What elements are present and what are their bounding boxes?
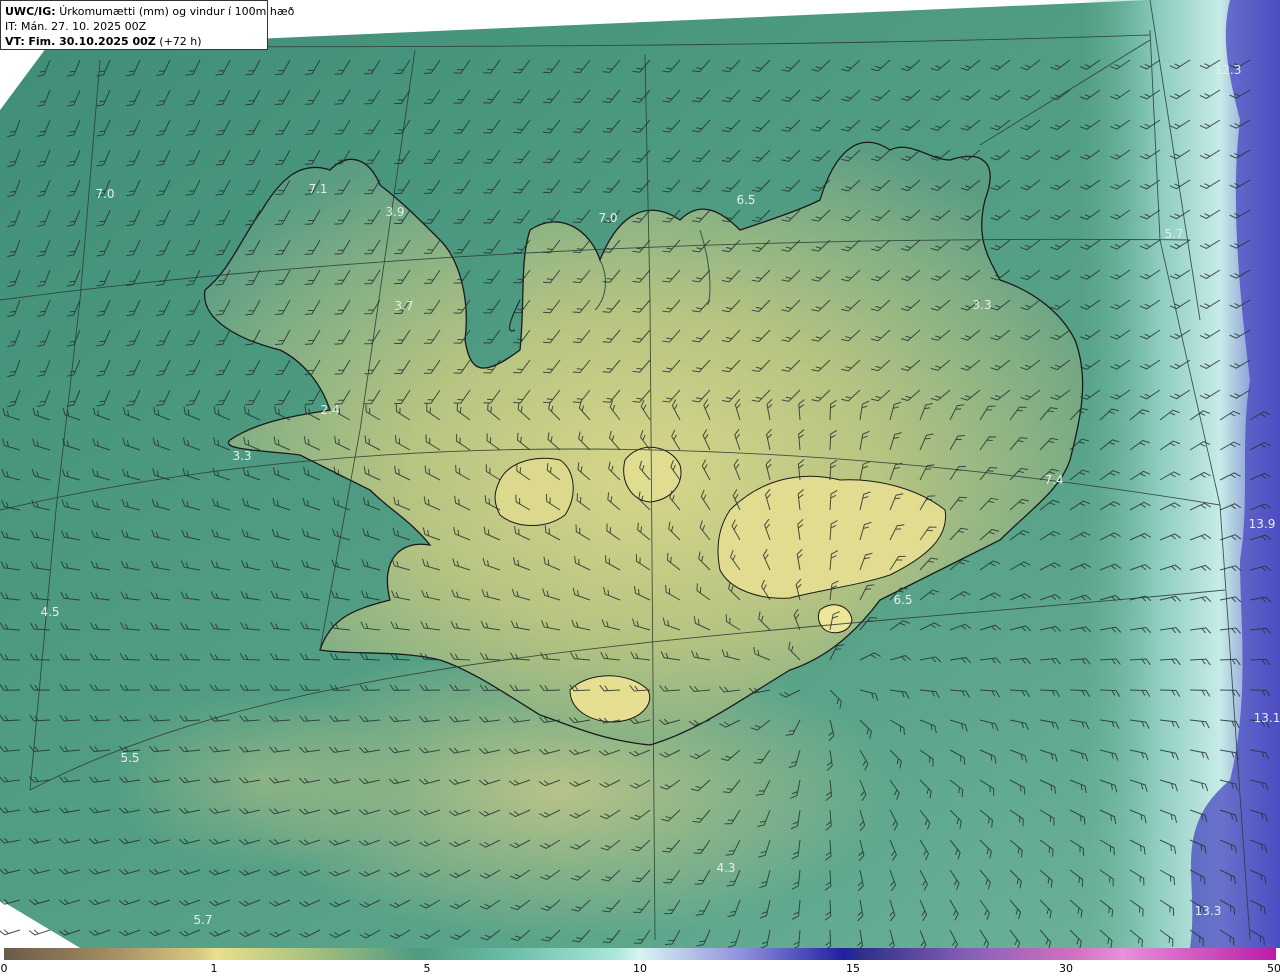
map-value-label: 3.3: [972, 298, 992, 312]
map-value-label: 3.3: [232, 449, 252, 463]
map-header: UWC/IG: Úrkomumætti (mm) og vindur í 100…: [0, 0, 294, 50]
colorbar-strip: [4, 948, 1276, 960]
map-value-label: 7.1: [308, 182, 328, 196]
map-value-label: 7.4: [1044, 473, 1064, 487]
map-value-label: 3.7: [394, 299, 414, 313]
lead-time: (+72 h): [159, 35, 202, 48]
valid-time-line: VT: Fim. 30.10.2025 00Z (+72 h): [5, 34, 263, 49]
colorbar: 0 1 5 10 15 30 50: [0, 948, 1280, 978]
map-value-label: 13.1: [1253, 711, 1280, 725]
header-title-line: UWC/IG: Úrkomumætti (mm) og vindur í 100…: [5, 4, 294, 19]
valid-time: Fim. 30.10.2025 00Z: [28, 35, 156, 48]
valid-prefix: VT:: [5, 35, 25, 48]
map-value-label: 7.0: [598, 211, 618, 225]
colorbar-tick-15: 15: [846, 962, 860, 975]
colorbar-tick-5: 5: [423, 962, 431, 975]
map-value-label: 6.5: [736, 193, 756, 207]
map-value-label: 12.3: [1214, 63, 1242, 77]
map-value-label: 2.4: [320, 403, 340, 417]
map-value-label: 13.3: [1194, 904, 1222, 918]
glacier-oraefajokull: [817, 604, 853, 634]
chart-title: Úrkomumætti (mm) og vindur í 100m hæð: [59, 5, 295, 18]
colorbar-tick-50: 50: [1267, 962, 1280, 975]
model-name: UWC/IG:: [5, 5, 56, 18]
map-value-label: 4.5: [40, 605, 60, 619]
map-value-label: 7.0: [95, 187, 115, 201]
map-value-label: 13.9: [1248, 517, 1276, 531]
map-value-label: 3.9: [385, 205, 405, 219]
colorbar-tick-1: 1: [210, 962, 218, 975]
precipitation-map: [0, 0, 1280, 948]
map-value-label: 5.7: [193, 913, 213, 927]
colorbar-tick-30: 30: [1059, 962, 1073, 975]
map-value-label: 6.5: [893, 593, 913, 607]
issue-time: IT: Mán. 27. 10. 2025 00Z: [5, 20, 147, 33]
colorbar-tick-0: 0: [0, 962, 8, 975]
map-value-label: 4.3: [716, 861, 736, 875]
colorbar-tick-10: 10: [633, 962, 647, 975]
map-area[interactable]: 12.3 7.0 7.1 3.9 7.0 6.5 5.7 3.7 3.3 2.4 3.3 7.4 13.…: [0, 0, 1280, 948]
map-value-label: 5.5: [120, 751, 140, 765]
map-value-label: 5.7: [1164, 227, 1184, 241]
